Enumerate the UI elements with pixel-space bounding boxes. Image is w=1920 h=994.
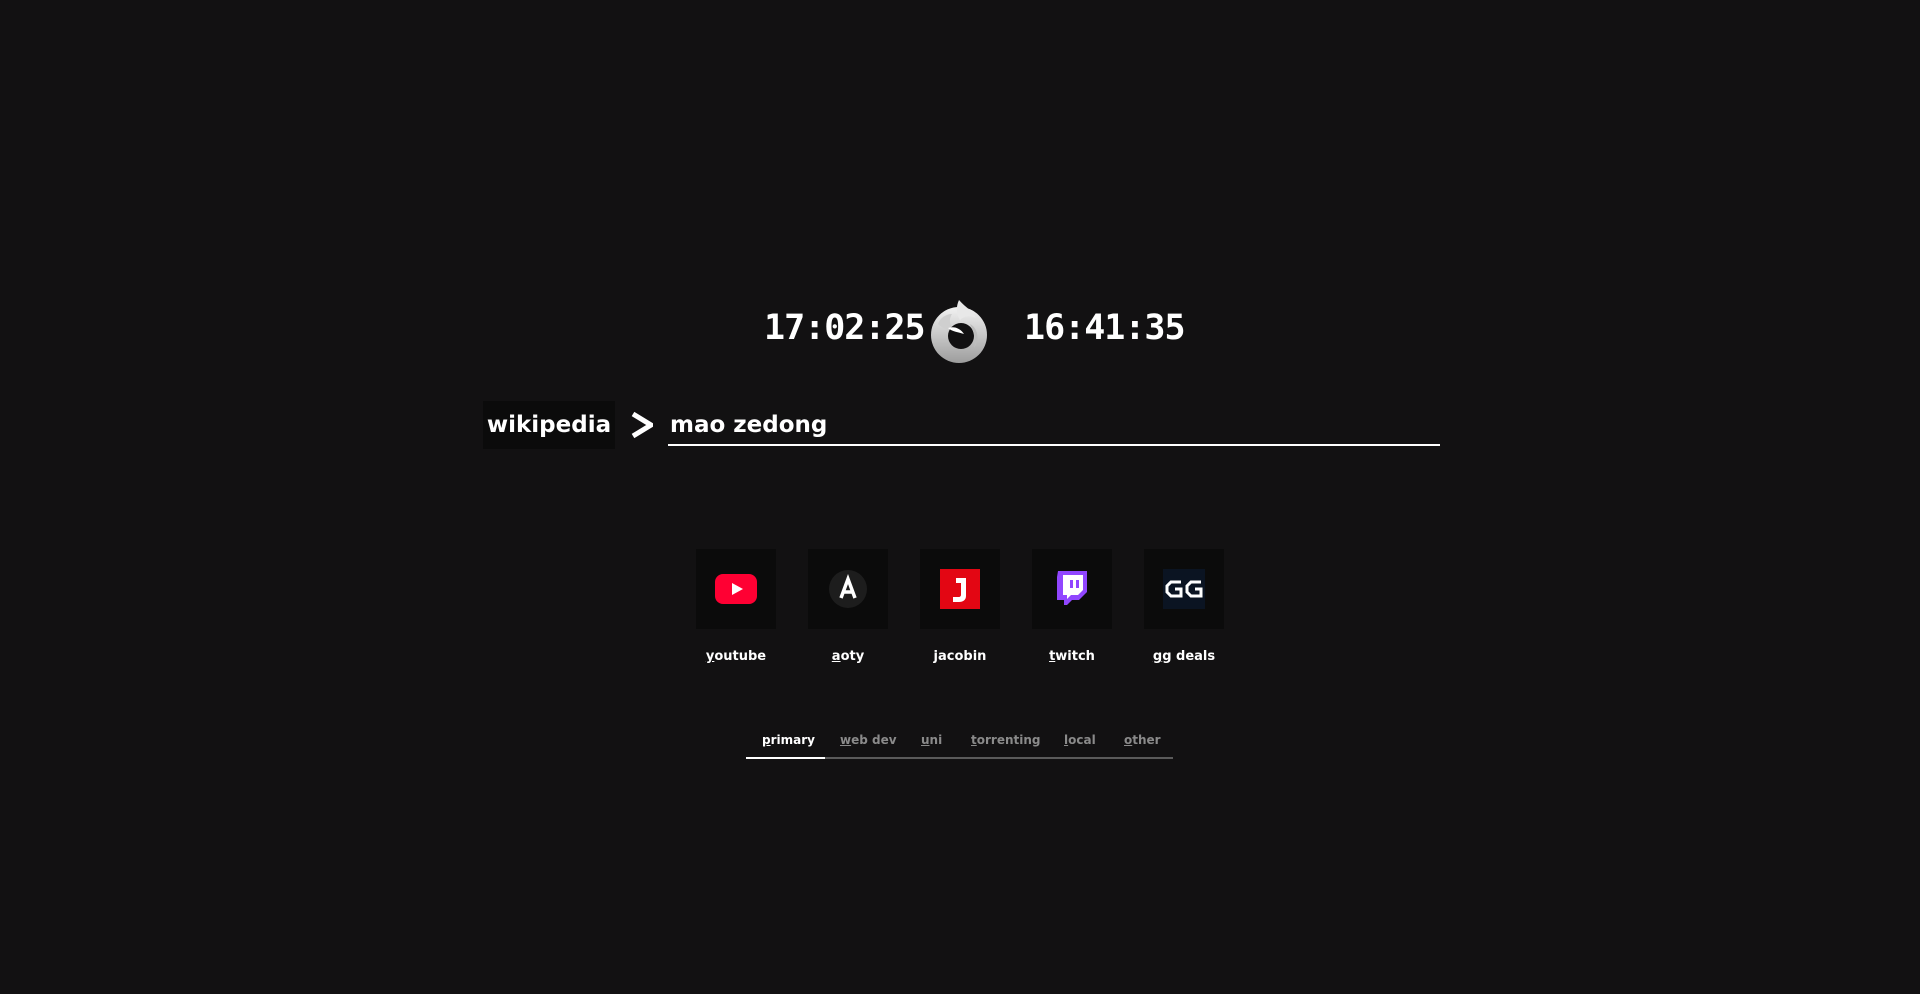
bookmark-label[interactable]: jacobin: [920, 649, 1000, 664]
tab-torrenting[interactable]: torrenting: [971, 733, 1041, 747]
jacobin-icon: [940, 569, 980, 609]
tab-web-dev[interactable]: web dev: [840, 733, 897, 747]
bookmark-label[interactable]: twitch: [1032, 649, 1112, 664]
bookmark-label[interactable]: youtube: [696, 649, 776, 664]
left-clock: 17:02:25: [764, 308, 926, 348]
bookmark-tile[interactable]: [920, 549, 1000, 629]
search-input[interactable]: [668, 406, 1440, 446]
right-clock: 16:41:35: [1024, 308, 1186, 348]
clock-row: 17:02:25 16:41:35: [0, 290, 1920, 370]
bookmark-jacobin[interactable]: jacobin: [920, 549, 1000, 664]
active-tab-indicator: [746, 757, 825, 759]
bookmark-label[interactable]: gg deals: [1144, 649, 1224, 664]
start-page: 17:02:25 16:41:35 wikipedia mao zedong y…: [0, 0, 1920, 994]
tab-primary[interactable]: primary: [762, 733, 815, 747]
bookmark-grid: youtube aoty jacobin twitch gg deals: [696, 549, 1224, 669]
tab-local[interactable]: local: [1064, 733, 1096, 747]
youtube-icon: [715, 574, 757, 604]
chevron-right-icon: [631, 411, 653, 439]
bookmark-aoty[interactable]: aoty: [808, 549, 888, 664]
aoty-icon: [829, 570, 867, 608]
tab-uni[interactable]: uni: [921, 733, 942, 747]
browser-logo-icon[interactable]: [926, 298, 992, 364]
bookmark-youtube[interactable]: youtube: [696, 549, 776, 664]
bookmark-tile[interactable]: [1032, 549, 1112, 629]
search-engine-selector[interactable]: wikipedia: [483, 401, 615, 449]
bookmark-label[interactable]: aoty: [808, 649, 888, 664]
bookmark-gg-deals[interactable]: gg deals: [1144, 549, 1224, 664]
bookmark-twitch[interactable]: twitch: [1032, 549, 1112, 664]
twitch-icon: [1057, 571, 1087, 605]
category-tabs: primary web dev uni torrenting local oth…: [746, 727, 1173, 759]
bookmark-tile[interactable]: [1144, 549, 1224, 629]
gg-deals-icon: [1163, 569, 1205, 609]
bookmark-tile[interactable]: [808, 549, 888, 629]
bookmark-tile[interactable]: [696, 549, 776, 629]
tab-other[interactable]: other: [1124, 733, 1161, 747]
